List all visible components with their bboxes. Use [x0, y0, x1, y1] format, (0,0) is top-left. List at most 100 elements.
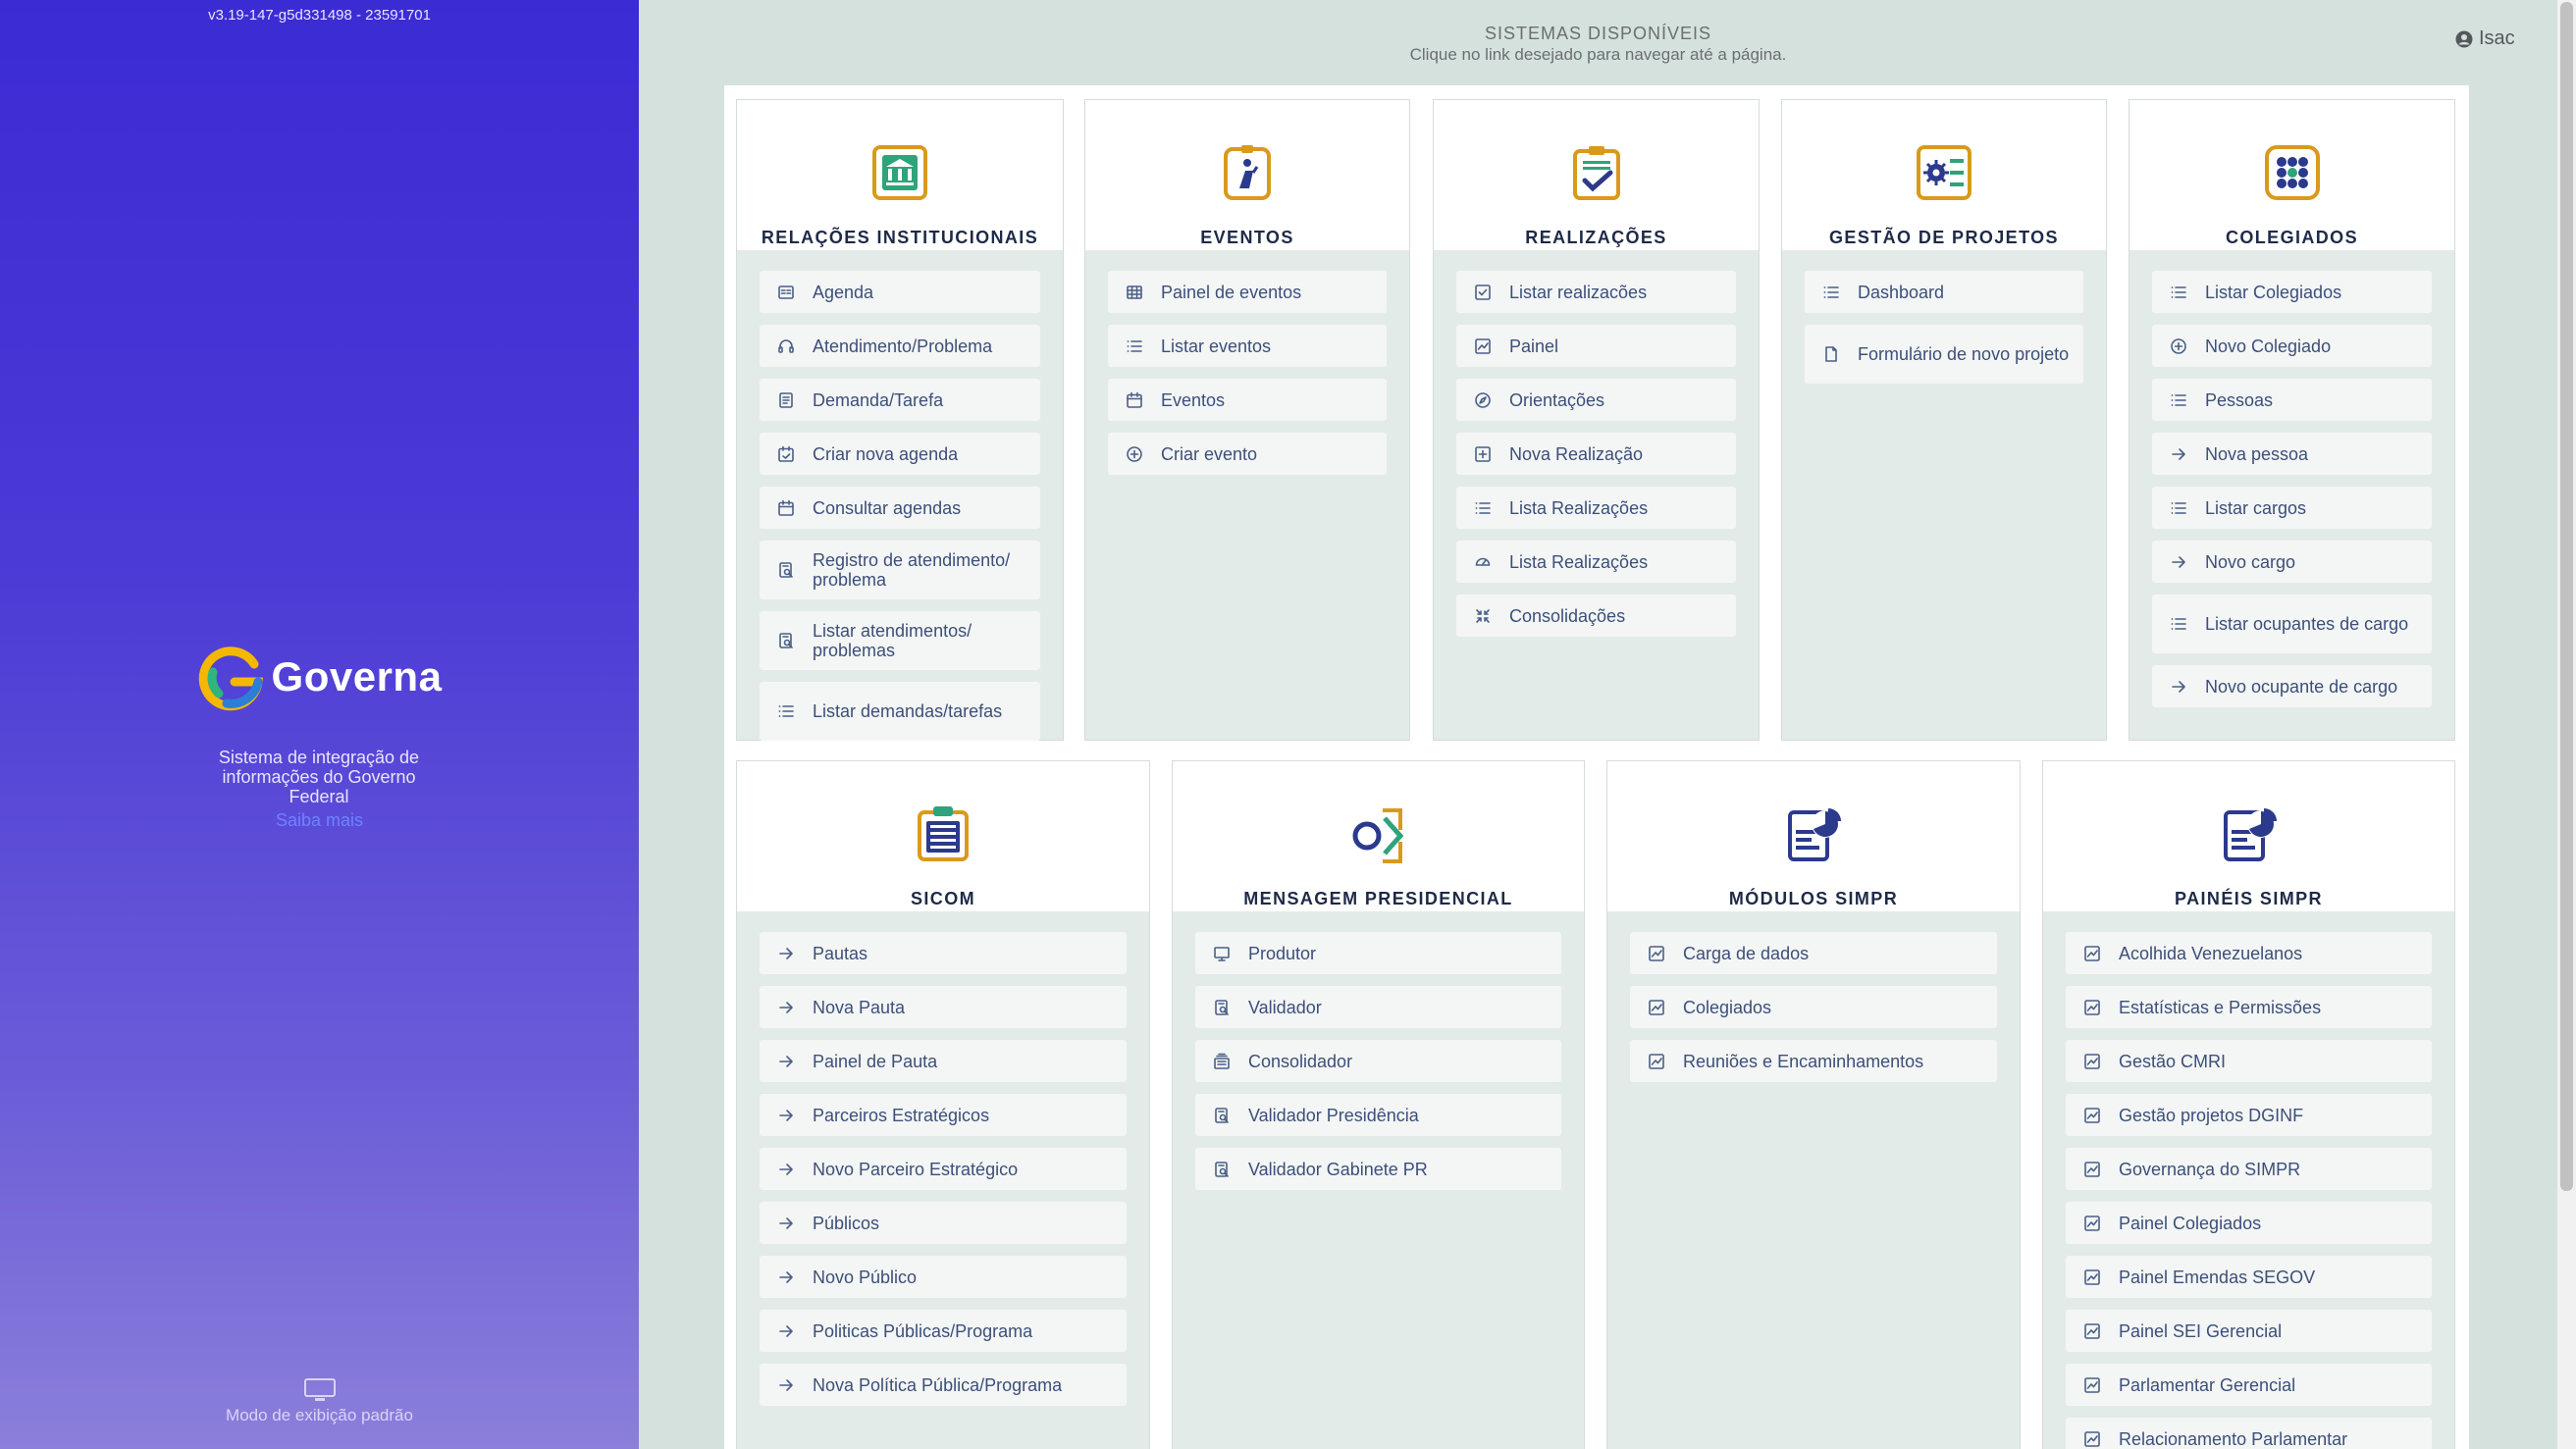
system-card-sicom: SICOM Pautas Nova Pauta Painel de Pauta …	[736, 760, 1150, 1449]
chart-icon	[2084, 1376, 2100, 1393]
link-consolidador[interactable]: Consolidador	[1195, 1040, 1561, 1082]
link-parceiros-estrategicos[interactable]: Parceiros Estratégicos	[760, 1094, 1127, 1136]
link-listar-cargos[interactable]: Listar cargos	[2152, 487, 2432, 529]
link-label: Formulário de novo projeto	[1858, 344, 2070, 364]
link-atendimento-problema[interactable]: Atendimento/Problema	[760, 325, 1040, 367]
link-gestao-cmri[interactable]: Gestão CMRI	[2066, 1040, 2432, 1082]
link-eventos[interactable]: Eventos	[1108, 379, 1387, 421]
link-criar-nova-agenda[interactable]: Criar nova agenda	[760, 433, 1040, 475]
link-painel-de-eventos[interactable]: Painel de eventos	[1108, 271, 1387, 313]
link-colegiados[interactable]: Colegiados	[1630, 986, 1997, 1028]
link-consultar-agendas[interactable]: Consultar agendas	[760, 487, 1040, 529]
scrollbar-thumb[interactable]	[2560, 2, 2573, 1191]
link-label: Parlamentar Gerencial	[2119, 1374, 2296, 1395]
link-agenda[interactable]: Agenda	[760, 271, 1040, 313]
list-icon	[778, 705, 794, 717]
link-novo-parceiro-estrategico[interactable]: Novo Parceiro Estratégico	[760, 1148, 1127, 1190]
link-listar-atendimentos-problemas[interactable]: Listar atendimentos/ problemas	[760, 611, 1040, 670]
link-registro-de-atendimento-problema[interactable]: Registro de atendimento/ problema	[760, 541, 1040, 599]
link-parlamentar-gerencial[interactable]: Parlamentar Gerencial	[2066, 1364, 2432, 1406]
report-pie-icon	[2223, 808, 2277, 861]
display-mode-button[interactable]: Modo de exibição padrão	[0, 1378, 639, 1425]
link-listar-demandas-tarefas[interactable]: Listar demandas/tarefas	[760, 682, 1040, 741]
card-link-list: Dashboard Formulário de novo projeto	[1782, 250, 2106, 384]
display-mode-label: Modo de exibição padrão	[226, 1406, 413, 1424]
link-painel-emendas-segov[interactable]: Painel Emendas SEGOV	[2066, 1256, 2432, 1298]
page-title: SISTEMAS DISPONÍVEIS	[1484, 24, 1712, 43]
chart-icon	[2084, 1107, 2100, 1123]
document-icon	[779, 391, 793, 408]
card-title: GESTÃO DE PROJETOS	[1829, 228, 2059, 247]
list-icon	[2171, 393, 2186, 406]
link-listar-realizacoes[interactable]: Listar realizacões	[1456, 271, 1736, 313]
link-criar-evento[interactable]: Criar evento	[1108, 433, 1387, 475]
link-formulario-de-novo-projeto[interactable]: Formulário de novo projeto	[1805, 325, 2083, 384]
link-validador[interactable]: Validador	[1195, 986, 1561, 1028]
link-reunioes-e-encaminhamentos[interactable]: Reuniões e Encaminhamentos	[1630, 1040, 1997, 1082]
arrow-right-icon	[779, 947, 793, 959]
chart-icon	[2084, 945, 2100, 961]
link-gestao-projetos-dginf[interactable]: Gestão projetos DGINF	[2066, 1094, 2432, 1136]
card-header: EVENTOS	[1085, 100, 1409, 250]
link-label: Listar atendimentos/ problemas	[813, 621, 973, 660]
arrow-right-icon	[779, 1055, 793, 1067]
link-novo-cargo[interactable]: Novo cargo	[2152, 541, 2432, 583]
link-nova-pessoa[interactable]: Nova pessoa	[2152, 433, 2432, 475]
card-title: COLEGIADOS	[2225, 228, 2358, 247]
user-menu[interactable]: Isac	[2455, 27, 2515, 50]
link-nova-pauta[interactable]: Nova Pauta	[760, 986, 1127, 1028]
link-produtor[interactable]: Produtor	[1195, 932, 1561, 974]
plus-square-icon	[1475, 445, 1491, 462]
link-demanda-tarefa[interactable]: Demanda/Tarefa	[760, 379, 1040, 421]
link-governanca-do-simpr[interactable]: Governança do SIMPR	[2066, 1148, 2432, 1190]
link-pautas[interactable]: Pautas	[760, 932, 1127, 974]
link-estatisticas-e-permissoes[interactable]: Estatísticas e Permissões	[2066, 986, 2432, 1028]
link-painel-colegiados[interactable]: Painel Colegiados	[2066, 1202, 2432, 1244]
scrollbar[interactable]	[2557, 0, 2576, 1449]
link-listar-ocupantes-de-cargo[interactable]: Listar ocupantes de cargo	[2152, 595, 2432, 653]
link-label: Criar evento	[1161, 443, 1258, 464]
calendar-icon	[778, 499, 794, 516]
card-link-list: Painel de eventos Listar eventos Eventos…	[1085, 250, 1409, 475]
link-painel-de-pauta[interactable]: Painel de Pauta	[760, 1040, 1127, 1082]
link-label: Carga de dados	[1683, 943, 1810, 963]
link-validador-gabinete-pr[interactable]: Validador Gabinete PR	[1195, 1148, 1561, 1190]
learn-more-link[interactable]: Saiba mais	[0, 810, 639, 831]
sidebar: v3.19-147-g5d331498 - 23591701 Governa S…	[0, 0, 639, 1449]
link-lista-realizacoes[interactable]: Lista Realizações	[1456, 487, 1736, 529]
link-acolhida-venezuelanos[interactable]: Acolhida Venezuelanos	[2066, 932, 2432, 974]
link-nova-politica-publica-programa[interactable]: Nova Política Pública/Programa	[760, 1364, 1127, 1406]
link-politicas-publicas-programa[interactable]: Politicas Públicas/Programa	[760, 1310, 1127, 1352]
link-publicos[interactable]: Públicos	[760, 1202, 1127, 1244]
link-carga-de-dados[interactable]: Carga de dados	[1630, 932, 1997, 974]
link-listar-eventos[interactable]: Listar eventos	[1108, 325, 1387, 367]
link-orientacoes[interactable]: Orientações	[1456, 379, 1736, 421]
arrow-right-icon	[779, 1109, 793, 1121]
link-label: Criar nova agenda	[813, 443, 959, 464]
arrow-right-icon	[2172, 680, 2185, 693]
link-nova-realizacao[interactable]: Nova Realização	[1456, 433, 1736, 475]
link-painel[interactable]: Painel	[1456, 325, 1736, 367]
link-painel-sei-gerencial[interactable]: Painel SEI Gerencial	[2066, 1310, 2432, 1352]
link-consolidacoes[interactable]: Consolidações	[1456, 595, 1736, 637]
link-pessoas[interactable]: Pessoas	[2152, 379, 2432, 421]
link-novo-colegiado[interactable]: Novo Colegiado	[2152, 325, 2432, 367]
link-dashboard[interactable]: Dashboard	[1805, 271, 2083, 313]
card-title: REALIZAÇÕES	[1525, 228, 1667, 247]
clipboard-check-icon	[1572, 146, 1620, 200]
card-title: MÓDULOS SIMPR	[1728, 889, 1899, 908]
chart-icon	[2084, 1053, 2100, 1069]
link-validador-presidencia[interactable]: Validador Presidência	[1195, 1094, 1561, 1136]
link-novo-ocupante-de-cargo[interactable]: Novo ocupante de cargo	[2152, 665, 2432, 707]
link-listar-colegiados[interactable]: Listar Colegiados	[2152, 271, 2432, 313]
link-label: Pautas	[813, 943, 868, 963]
link-novo-publico[interactable]: Novo Público	[760, 1256, 1127, 1298]
link-label: Gestão projetos DGINF	[2119, 1105, 2304, 1125]
link-label: Listar realizacões	[1509, 282, 1648, 302]
link-label: Painel Emendas SEGOV	[2119, 1267, 2316, 1287]
link-lista-realizacoes[interactable]: Lista Realizações	[1456, 541, 1736, 583]
card-title: RELAÇÕES INSTITUCIONAIS	[761, 228, 1039, 247]
link-relacionamento-parlamentar[interactable]: Relacionamento Parlamentar	[2066, 1418, 2432, 1449]
table-icon	[1127, 285, 1142, 299]
arrow-right-icon	[2172, 447, 2185, 460]
